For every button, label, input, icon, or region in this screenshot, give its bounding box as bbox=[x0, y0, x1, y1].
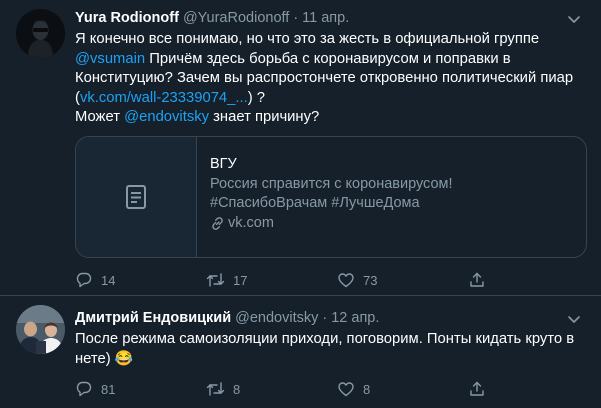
like-count: 8 bbox=[363, 381, 371, 397]
reply-count: 14 bbox=[101, 272, 116, 288]
card-description: #СпасибоВрачам #ЛучшеДома bbox=[210, 195, 420, 211]
document-icon bbox=[126, 185, 146, 209]
reply-icon bbox=[76, 381, 92, 397]
tweet-header: Yura Rodionoff @YuraRodionoff · 11 апр. bbox=[75, 10, 349, 26]
share-icon bbox=[470, 272, 484, 287]
like-count: 73 bbox=[363, 272, 378, 288]
url-link[interactable]: vk.com/wall-23339074_... bbox=[80, 90, 248, 106]
author-handle[interactable]: @endovitsky bbox=[235, 310, 318, 326]
chevron-down-icon[interactable] bbox=[565, 10, 583, 28]
chevron-down-icon[interactable] bbox=[565, 310, 583, 328]
link-icon bbox=[212, 216, 223, 230]
separator-dot: · bbox=[322, 310, 328, 326]
share-button[interactable] bbox=[468, 271, 599, 289]
tweet-text-part: знает причину? bbox=[209, 109, 320, 126]
link-card[interactable]: ВГУ Россия справится с коронавирусом! #С… bbox=[75, 136, 587, 258]
reply-icon bbox=[76, 272, 92, 288]
card-domain: vk.com bbox=[210, 214, 570, 234]
card-domain-label: vk.com bbox=[228, 214, 274, 231]
tweet-text: После режима самоизоляции приходи, погов… bbox=[75, 331, 575, 367]
separator-dot: · bbox=[293, 10, 299, 26]
author-name[interactable]: Дмитрий Ендовицкий bbox=[75, 310, 231, 326]
mention-link[interactable]: @endovitsky bbox=[124, 109, 209, 125]
avatar[interactable] bbox=[16, 305, 65, 354]
card-description: Россия справится с коронавирусом! bbox=[210, 175, 453, 192]
retweet-icon bbox=[206, 382, 225, 396]
author-name[interactable]: Yura Rodionoff bbox=[75, 10, 179, 26]
tweet-text-part: ) ? bbox=[247, 89, 266, 106]
tweet-actions: 14 17 73 bbox=[75, 271, 599, 289]
tweet-date[interactable]: 12 апр. bbox=[331, 310, 379, 326]
tweet-actions: 81 8 8 bbox=[75, 380, 599, 398]
like-button[interactable]: 8 bbox=[337, 380, 468, 398]
tweet[interactable]: Дмитрий Ендовицкий @endovitsky · 12 апр. П… bbox=[0, 296, 601, 408]
card-title: ВГУ bbox=[210, 156, 237, 172]
share-icon bbox=[470, 381, 484, 396]
tweet-text-part: Может bbox=[75, 109, 125, 126]
tweet-text: Я конечно все понимаю, но что это за жес… bbox=[75, 30, 585, 128]
heart-icon bbox=[338, 273, 354, 288]
tweet[interactable]: Yura Rodionoff @YuraRodionoff · 11 апр. Я … bbox=[0, 0, 601, 295]
retweet-button[interactable]: 8 bbox=[206, 380, 337, 398]
author-handle[interactable]: @YuraRodionoff bbox=[183, 10, 289, 26]
tweet-text-part: Я конечно все понимаю, но что это за жес… bbox=[75, 31, 540, 47]
reply-button[interactable]: 14 bbox=[75, 271, 206, 289]
retweet-count: 17 bbox=[233, 272, 248, 288]
tweet-date[interactable]: 11 апр. bbox=[302, 10, 349, 26]
like-button[interactable]: 73 bbox=[337, 271, 468, 289]
tweet-header: Дмитрий Ендовицкий @endovitsky · 12 апр. bbox=[75, 310, 379, 326]
retweet-icon bbox=[206, 273, 225, 287]
share-button[interactable] bbox=[468, 380, 599, 398]
reply-button[interactable]: 81 bbox=[75, 380, 206, 398]
reply-count: 81 bbox=[101, 381, 116, 397]
card-thumbnail bbox=[76, 137, 197, 257]
card-text: ВГУ Россия справится с коронавирусом! #С… bbox=[210, 155, 570, 233]
retweet-count: 8 bbox=[233, 381, 241, 397]
avatar[interactable] bbox=[16, 9, 65, 58]
retweet-button[interactable]: 17 bbox=[206, 271, 337, 289]
heart-icon bbox=[338, 382, 354, 397]
mention-link[interactable]: @vsumain bbox=[75, 51, 145, 67]
